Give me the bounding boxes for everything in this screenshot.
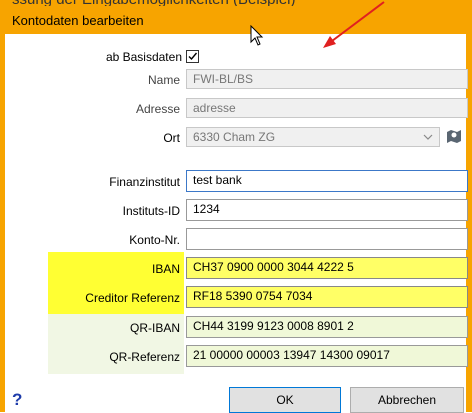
- finanzinstitut-input[interactable]: test bank: [186, 170, 468, 192]
- checkmark-icon: [188, 52, 198, 61]
- qr-iban-label: QR-IBAN: [129, 321, 180, 335]
- creditor-referenz-input[interactable]: RF18 5390 0754 7034: [186, 286, 468, 308]
- name-label: Name: [147, 73, 180, 87]
- ab-basisdaten-checkbox[interactable]: [186, 50, 199, 63]
- cancel-button[interactable]: Abbrechen: [350, 387, 464, 413]
- qr-referenz-label: QR-Referenz: [109, 350, 180, 364]
- iban-label: IBAN: [151, 262, 180, 276]
- location-icon[interactable]: [446, 128, 462, 144]
- ort-label: Ort: [163, 131, 180, 145]
- name-field: FWI-BL/BS: [186, 69, 468, 89]
- konto-nr-input[interactable]: [186, 228, 468, 250]
- iban-input[interactable]: CH37 0900 0000 3044 4222 5: [186, 257, 468, 279]
- annotation-arrow-icon: [323, 1, 385, 48]
- cursor-icon: [250, 25, 264, 46]
- help-button[interactable]: ?: [12, 390, 22, 410]
- instituts-id-input[interactable]: 1234: [186, 199, 468, 221]
- ab-basisdaten-label: ab Basisdaten: [105, 50, 182, 64]
- window-title: Kontodaten bearbeiten: [12, 13, 144, 28]
- adresse-label: Adresse: [135, 102, 180, 116]
- konto-nr-label: Konto-Nr.: [129, 233, 180, 247]
- qr-iban-input[interactable]: CH44 3199 9123 0008 8901 2: [186, 316, 468, 338]
- finanzinstitut-label: Finanzinstitut: [109, 175, 180, 189]
- ort-select[interactable]: 6330 Cham ZG: [186, 127, 440, 147]
- ok-button[interactable]: OK: [229, 387, 341, 413]
- adresse-field: adresse: [186, 98, 468, 118]
- instituts-id-label: Instituts-ID: [122, 204, 180, 218]
- qr-referenz-input[interactable]: 21 00000 00003 13947 14300 09017: [186, 345, 468, 367]
- ort-value: 6330 Cham ZG: [193, 130, 276, 144]
- chevron-down-icon[interactable]: [423, 134, 433, 141]
- creditor-referenz-label: Creditor Referenz: [85, 291, 180, 305]
